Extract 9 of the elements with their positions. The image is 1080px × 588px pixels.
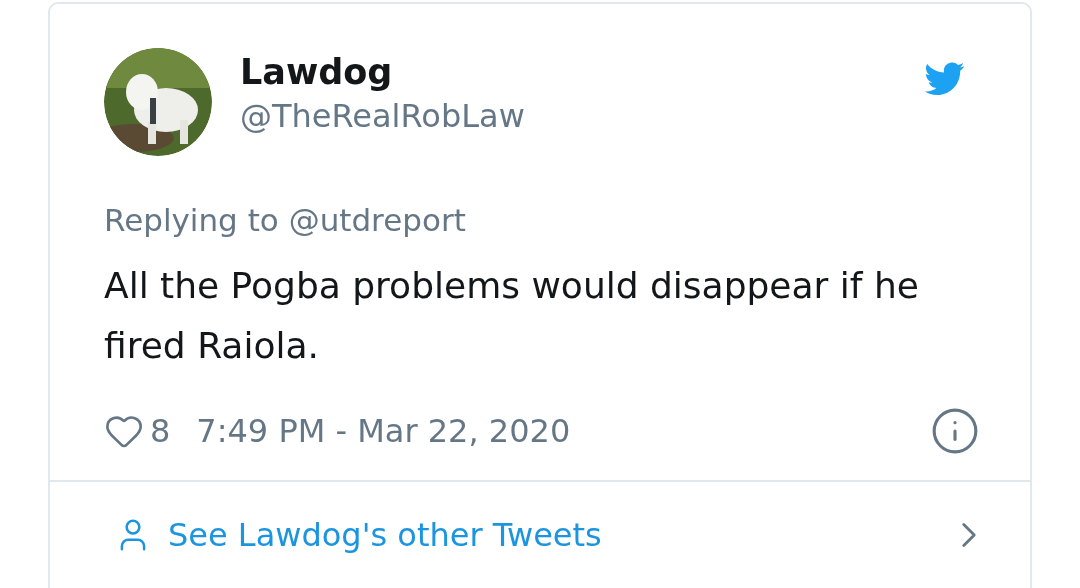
author-handle[interactable]: @TheRealRobLaw (240, 94, 525, 138)
author-name[interactable]: Lawdog (240, 50, 525, 94)
timestamp[interactable]: 7:49 PM - Mar 22, 2020 (196, 407, 571, 455)
other-tweets-link[interactable]: See Lawdog's other Tweets (50, 482, 1030, 588)
mention-link[interactable]: @utdreport (288, 202, 466, 238)
like-count: 8 (150, 411, 171, 452)
tweet-text: All the Pogba problems would disappear if he fired Raiola. (104, 264, 920, 368)
info-icon[interactable] (930, 406, 980, 456)
reply-context: Replying to @utdreport (104, 201, 467, 240)
